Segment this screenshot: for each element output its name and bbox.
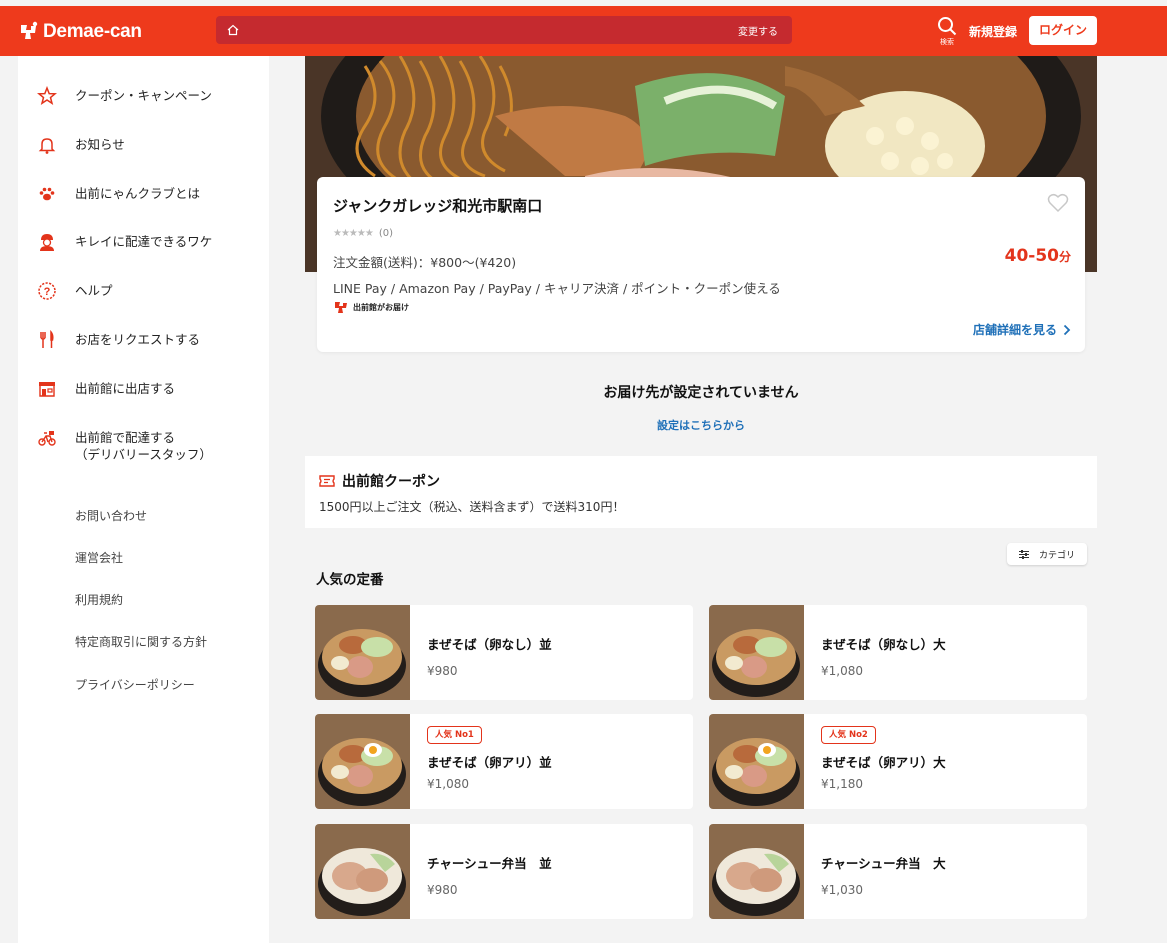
terms-link[interactable]: 利用規約 bbox=[75, 591, 123, 608]
paw-icon bbox=[39, 187, 55, 201]
commercial-law-link[interactable]: 特定商取引に関する方針 bbox=[75, 633, 207, 650]
search-label: 検索 bbox=[940, 38, 954, 46]
delivery-by-badge: 出前館がお届け bbox=[333, 299, 409, 315]
menu-item-name: まぜそば（卵なし）並 bbox=[427, 637, 552, 652]
sidebar-item-label: 出前館で配達する （デリバリースタッフ） bbox=[75, 429, 212, 463]
filter-sliders-icon bbox=[1018, 549, 1029, 559]
menu-item-photo bbox=[709, 824, 804, 919]
sidebar-item-request-store[interactable]: お店をリクエストする bbox=[18, 324, 269, 354]
delivery-by-label: 出前館がお届け bbox=[353, 302, 409, 312]
menu-item-photo bbox=[709, 605, 804, 700]
logo-text: Demae-can bbox=[43, 21, 142, 42]
sidebar-item-help[interactable]: ? ヘルプ bbox=[18, 275, 269, 305]
menu-item-name: まぜそば（卵アリ）並 bbox=[427, 755, 552, 770]
coupon-title-text: 出前館クーポン bbox=[342, 474, 440, 490]
coupon-ticket-icon bbox=[319, 475, 335, 487]
menu-item-photo bbox=[315, 824, 410, 919]
help-icon: ? bbox=[38, 282, 56, 300]
menu-item-price: ¥1,180 bbox=[821, 777, 863, 791]
menu-item-photo bbox=[315, 605, 410, 700]
coupon-description: 1500円以上ご注文（税込、送料含まず）で送料310円！ bbox=[319, 500, 625, 514]
address-bar[interactable]: 変更する bbox=[216, 16, 792, 44]
address-change-button[interactable]: 変更する bbox=[738, 23, 778, 38]
contact-link[interactable]: お問い合わせ bbox=[75, 507, 147, 524]
store-detail-label: 店舗詳細を見る bbox=[972, 323, 1057, 337]
menu-item[interactable]: 人気 No1 まぜそば（卵アリ）並 ¥1,080 bbox=[315, 714, 693, 809]
delivery-staff-icon bbox=[40, 234, 54, 251]
popularity-badge: 人気 No1 bbox=[427, 726, 482, 744]
sidebar-item-news[interactable]: お知らせ bbox=[18, 129, 269, 159]
delivery-eta: 40-50分 bbox=[1005, 246, 1071, 266]
menu-item-name: まぜそば（卵アリ）大 bbox=[821, 755, 946, 770]
sidebar-item-clean-delivery[interactable]: キレイに配達できるワケ bbox=[18, 226, 269, 256]
min-order: 注文金額(送料)：¥800〜(¥420) bbox=[333, 255, 517, 270]
menu-item-name: まぜそば（卵なし）大 bbox=[821, 637, 946, 652]
menu-item-photo bbox=[709, 714, 804, 809]
sidebar-item-label: キレイに配達できるワケ bbox=[75, 234, 213, 249]
set-address-link[interactable]: 設定はこちらから bbox=[305, 417, 1097, 433]
eta-value: 40-50 bbox=[1004, 246, 1059, 266]
demae-can-mark-icon bbox=[335, 302, 347, 313]
coupon-title: 出前館クーポン bbox=[319, 471, 440, 491]
popularity-badge: 人気 No2 bbox=[821, 726, 876, 744]
payment-methods: LINE Pay / Amazon Pay / PayPay / キャリア決済 … bbox=[333, 281, 781, 296]
shop-name: ジャンクガレッジ和光市駅南口 bbox=[333, 197, 543, 215]
sidebar-item-label: クーポン・キャンペーン bbox=[75, 88, 212, 103]
menu-item-price: ¥980 bbox=[427, 883, 458, 897]
sidebar: クーポン・キャンペーン お知らせ 出前にゃんクラブとは キレイに配達できるワケ … bbox=[18, 56, 269, 943]
sidebar-item-label: ヘルプ bbox=[75, 283, 113, 298]
favorite-heart-icon[interactable] bbox=[1047, 193, 1069, 213]
sidebar-item-label: 出前館に出店する bbox=[75, 381, 176, 396]
menu-item[interactable]: 人気 No2 まぜそば（卵アリ）大 ¥1,180 bbox=[709, 714, 1087, 809]
sidebar-item-label-line2: （デリバリースタッフ） bbox=[75, 447, 212, 462]
no-address-notice: お届け先が設定されていません bbox=[603, 385, 799, 401]
sidebar-item-label-line1: 出前館で配達する bbox=[75, 430, 176, 445]
menu-item[interactable]: まぜそば（卵なし）大 ¥1,080 bbox=[709, 605, 1087, 700]
sidebar-item-become-courier[interactable]: 出前館で配達する （デリバリースタッフ） bbox=[18, 422, 269, 466]
login-button[interactable]: ログイン bbox=[1029, 16, 1097, 45]
logo-mark-icon bbox=[21, 21, 38, 39]
header-bar: Demae-can 変更する 検索 新規登録 ログイン bbox=[0, 6, 1167, 56]
menu-item-price: ¥1,080 bbox=[821, 664, 863, 678]
menu-item[interactable]: チャーシュー弁当 大 ¥1,030 bbox=[709, 824, 1087, 919]
sidebar-item-coupons[interactable]: クーポン・キャンペーン bbox=[18, 80, 269, 110]
menu-item[interactable]: まぜそば（卵なし）並 ¥980 bbox=[315, 605, 693, 700]
storefront-icon bbox=[39, 382, 55, 397]
sidebar-item-label: 出前にゃんクラブとは bbox=[75, 186, 201, 201]
rating-stars-icon: ★★★★★ bbox=[333, 228, 374, 239]
menu-item-price: ¥980 bbox=[427, 664, 458, 678]
search-button[interactable]: 検索 bbox=[936, 16, 958, 47]
svg-text:?: ? bbox=[44, 286, 51, 298]
company-link[interactable]: 運営会社 bbox=[75, 549, 123, 566]
menu-item-name: チャーシュー弁当 大 bbox=[821, 856, 946, 871]
chevron-right-icon bbox=[1063, 324, 1071, 335]
eta-unit: 分 bbox=[1058, 250, 1071, 264]
home-icon bbox=[227, 24, 239, 36]
category-button[interactable]: カテゴリ bbox=[1007, 543, 1087, 565]
demae-can-logo[interactable]: Demae-can bbox=[18, 20, 142, 44]
search-icon bbox=[938, 17, 957, 36]
category-button-label: カテゴリ bbox=[1038, 550, 1075, 561]
menu-item-price: ¥1,030 bbox=[821, 883, 863, 897]
sidebar-item-nyan-club[interactable]: 出前にゃんクラブとは bbox=[18, 178, 269, 208]
bell-icon bbox=[38, 138, 56, 154]
coupon-banner[interactable]: 出前館クーポン 1500円以上ご注文（税込、送料含まず）で送料310円！ bbox=[305, 456, 1097, 528]
signup-link[interactable]: 新規登録 bbox=[969, 23, 1017, 40]
sidebar-item-label: お知らせ bbox=[75, 137, 125, 152]
menu-item-name: チャーシュー弁当 並 bbox=[427, 856, 552, 871]
shop-rating: ★★★★★ (0) bbox=[333, 228, 393, 239]
section-title: 人気の定番 bbox=[316, 572, 384, 588]
privacy-policy-link[interactable]: プライバシーポリシー bbox=[75, 676, 195, 693]
menu-item-price: ¥1,080 bbox=[427, 777, 469, 791]
star-icon bbox=[37, 86, 57, 106]
bicycle-icon bbox=[38, 431, 56, 446]
menu-item[interactable]: チャーシュー弁当 並 ¥980 bbox=[315, 824, 693, 919]
sidebar-item-label: お店をリクエストする bbox=[75, 332, 201, 347]
fork-knife-icon bbox=[40, 330, 54, 348]
store-detail-link[interactable]: 店舗詳細を見る bbox=[973, 321, 1071, 338]
sidebar-item-open-store[interactable]: 出前館に出店する bbox=[18, 373, 269, 403]
shop-info-card: ジャンクガレッジ和光市駅南口 ★★★★★ (0) 注文金額(送料)：¥800〜(… bbox=[317, 177, 1085, 352]
menu-item-photo bbox=[315, 714, 410, 809]
rating-count: (0) bbox=[378, 228, 393, 239]
